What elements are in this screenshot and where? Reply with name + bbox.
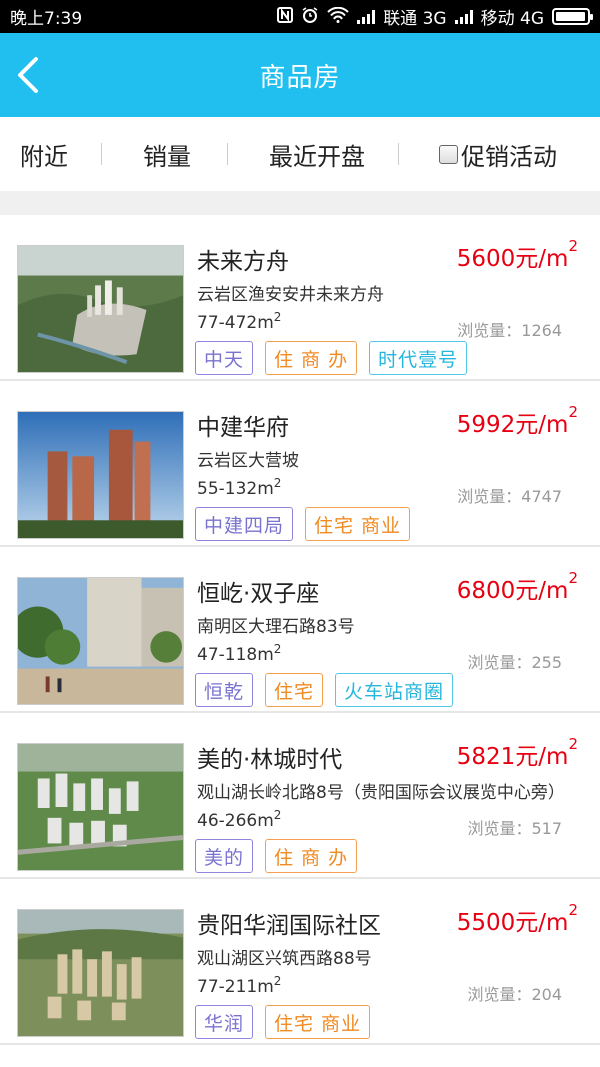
signal-icon-2 bbox=[454, 9, 473, 24]
filter-divider bbox=[398, 143, 399, 165]
filter-recent-opening[interactable]: 最近开盘 bbox=[269, 137, 365, 172]
developer-tag: 华润 bbox=[195, 1005, 254, 1039]
listing-thumbnail bbox=[17, 245, 184, 373]
listing-area: 46-266m2 bbox=[197, 808, 282, 831]
developer-tag: 恒乾 bbox=[195, 673, 254, 707]
battery-icon bbox=[552, 8, 593, 25]
listing-name: 贵阳华润国际社区 bbox=[197, 913, 381, 939]
developer-tag: 中天 bbox=[195, 341, 254, 375]
developer-tag: 中建四局 bbox=[195, 507, 294, 541]
listing-tags: 华润 住宅 商业 bbox=[195, 1005, 371, 1039]
listing-item[interactable]: 恒屹·双子座 6800元/m2 南明区大理石路83号 47-118m2 浏览量：… bbox=[0, 547, 600, 713]
type-tag: 住 商 办 bbox=[265, 839, 358, 873]
listing-views: 浏览量：517 bbox=[467, 819, 562, 838]
listing-tags: 中建四局 住宅 商业 bbox=[195, 507, 411, 541]
nfc-icon bbox=[277, 6, 294, 27]
back-button[interactable] bbox=[12, 55, 48, 95]
listing-list: 未来方舟 5600元/m2 云岩区渔安安井未来方舟 77-472m2 浏览量：1… bbox=[0, 215, 600, 1045]
type-tag: 住宅 bbox=[265, 673, 324, 707]
listing-item[interactable]: 贵阳华润国际社区 5500元/m2 观山湖区兴筑西路88号 77-211m2 浏… bbox=[0, 879, 600, 1045]
listing-area: 77-472m2 bbox=[197, 310, 282, 333]
listing-item[interactable]: 未来方舟 5600元/m2 云岩区渔安安井未来方舟 77-472m2 浏览量：1… bbox=[0, 215, 600, 381]
listing-item[interactable]: 美的·林城时代 5821元/m2 观山湖长岭北路8号（贵阳国际会议展览中心旁） … bbox=[0, 713, 600, 879]
listing-address: 云岩区渔安安井未来方舟 bbox=[197, 285, 384, 305]
status-icons: 联通 3G 移动 4G bbox=[277, 4, 593, 29]
alarm-icon bbox=[301, 6, 319, 28]
wifi-icon bbox=[327, 6, 349, 27]
listing-price: 6800元/m2 bbox=[456, 569, 578, 604]
developer-tag: 美的 bbox=[195, 839, 254, 873]
listing-thumbnail bbox=[17, 743, 184, 871]
carrier-2: 移动 4G bbox=[480, 9, 544, 29]
filter-promotion[interactable]: 促销活动 bbox=[439, 137, 557, 172]
listing-tags: 恒乾 住宅 火车站商圈 bbox=[195, 673, 454, 707]
listing-views: 浏览量：255 bbox=[467, 653, 562, 672]
listing-address: 观山湖长岭北路8号（贵阳国际会议展览中心旁） bbox=[197, 783, 565, 803]
feature-tag: 时代壹号 bbox=[369, 341, 468, 375]
listing-name: 中建华府 bbox=[197, 415, 289, 441]
promotion-checkbox[interactable] bbox=[439, 144, 458, 164]
listing-name: 美的·林城时代 bbox=[197, 747, 343, 773]
filter-sales[interactable]: 销量 bbox=[143, 137, 191, 172]
listing-name: 恒屹·双子座 bbox=[197, 581, 320, 607]
filter-divider bbox=[101, 143, 102, 165]
chevron-left-icon bbox=[18, 57, 38, 93]
listing-tags: 美的 住 商 办 bbox=[195, 839, 358, 873]
promotion-label: 促销活动 bbox=[461, 142, 557, 171]
listing-thumbnail bbox=[17, 909, 184, 1037]
listing-price: 5992元/m2 bbox=[456, 403, 578, 438]
filter-bar: 附近 销量 最近开盘 促销活动 bbox=[0, 117, 600, 191]
listing-area: 55-132m2 bbox=[197, 476, 282, 499]
listing-item[interactable]: 中建华府 5992元/m2 云岩区大营坡 55-132m2 浏览量：4747 中… bbox=[0, 381, 600, 547]
listing-views: 浏览量：204 bbox=[467, 985, 562, 1004]
status-bar: 晚上7:39 联通 3G 移动 4G bbox=[0, 0, 600, 33]
listing-tags: 中天 住 商 办 时代壹号 bbox=[195, 341, 468, 375]
filter-divider bbox=[227, 143, 228, 165]
listing-views: 浏览量：4747 bbox=[457, 487, 562, 506]
listing-price: 5821元/m2 bbox=[456, 735, 578, 770]
carrier-1: 联通 3G bbox=[383, 9, 447, 29]
nav-bar: 商品房 bbox=[0, 33, 600, 117]
listing-address: 观山湖区兴筑西路88号 bbox=[197, 949, 372, 969]
type-tag: 住宅 商业 bbox=[305, 507, 411, 541]
signal-icon-1 bbox=[357, 9, 376, 24]
feature-tag: 火车站商圈 bbox=[335, 673, 454, 707]
listing-thumbnail bbox=[17, 577, 184, 705]
section-divider bbox=[0, 191, 600, 215]
listing-name: 未来方舟 bbox=[197, 249, 289, 275]
status-time: 晚上7:39 bbox=[10, 9, 83, 29]
listing-area: 77-211m2 bbox=[197, 974, 282, 997]
page-title: 商品房 bbox=[259, 62, 341, 93]
listing-price: 5500元/m2 bbox=[456, 901, 578, 936]
listing-area: 47-118m2 bbox=[197, 642, 282, 665]
listing-address: 南明区大理石路83号 bbox=[197, 617, 355, 637]
listing-price: 5600元/m2 bbox=[456, 237, 578, 272]
type-tag: 住 商 办 bbox=[265, 341, 358, 375]
type-tag: 住宅 商业 bbox=[265, 1005, 371, 1039]
listing-views: 浏览量：1264 bbox=[457, 321, 562, 340]
listing-thumbnail bbox=[17, 411, 184, 539]
listing-address: 云岩区大营坡 bbox=[197, 451, 299, 471]
filter-nearby[interactable]: 附近 bbox=[20, 137, 68, 172]
